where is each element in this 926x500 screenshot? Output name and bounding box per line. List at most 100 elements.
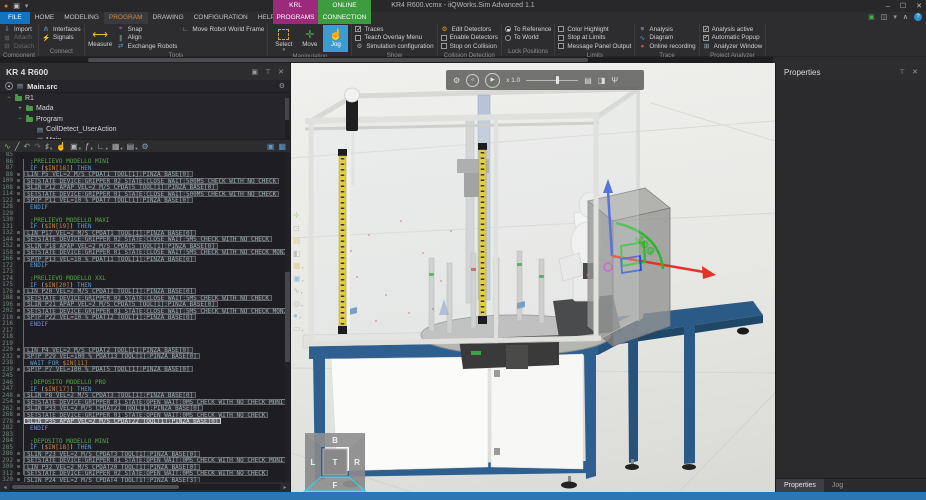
expander-icon[interactable]: + [17,106,23,112]
tab-configuration[interactable]: CONFIGURATION [189,12,253,24]
3d-viewport[interactable]: JOG [291,63,775,492]
interfaces-button[interactable]: ⋔ Interfaces [42,25,80,34]
tree-scrollbar[interactable] [285,98,289,139]
tree-row-r1[interactable]: − R1 [0,93,290,104]
action-statement-icon[interactable]: ▣ ▾ [70,142,81,151]
teach-overlay-menu-checkbox[interactable]: Teach Overlay Menu [355,34,433,43]
select-button[interactable]: Select ▾ [271,25,296,53]
chart-icon[interactable]: ∿ ▾ [293,286,304,295]
tab-connection[interactable]: CONNECTION [318,12,371,24]
ribbon-scrollbar-thumb[interactable] [88,58,588,62]
minimize-button[interactable]: – [886,3,890,10]
layout-icon[interactable]: ◫ [881,13,888,21]
tree-row-mada[interactable]: + Mada [0,104,290,115]
view-statement-icon[interactable]: ▦ ▾ [112,142,123,151]
enable-detectors-checkbox[interactable]: Enable Detectors [440,34,498,43]
quick-tab-krl[interactable]: KRL [273,0,318,12]
lin-statement-icon[interactable]: ╱ [15,142,20,151]
quick-tab-online[interactable]: ONLINE [318,0,371,12]
analyzer-window-button[interactable]: ⊞ Analyzer Window [703,42,762,51]
analysis-button[interactable]: ≡ Analysis [638,25,695,34]
reset-simulation-button[interactable]: « [466,73,480,87]
record-video-icon[interactable]: ◨ [598,76,606,85]
fit-view-icon[interactable]: ✛ [293,211,304,220]
robot-config-icon[interactable]: ⚙ [141,142,148,151]
detach-button[interactable]: ⊟ Detach [3,42,34,51]
snap-button[interactable]: ⌖ Snap [117,25,178,34]
diagram-button[interactable]: ∿ Diagram [638,34,695,43]
exchange-robots-button[interactable]: ⇄ Exchange Robots [117,42,177,51]
help-icon[interactable]: ? [914,13,922,21]
float-panel-icon[interactable]: ▣ [251,68,258,76]
to-world-radio[interactable]: To World [504,34,551,43]
panel-tab-jog[interactable]: Jog [824,479,851,493]
stop-on-collision-checkbox[interactable]: Stop on Collision [440,42,498,51]
import-button[interactable]: ⇩ Import [3,25,34,34]
tree-row-main-src[interactable]: ▴ ▤ Main.src ⚙ [0,80,290,93]
collapse-ribbon-icon[interactable]: ∧ [903,13,908,21]
move-button[interactable]: ✛ Move [297,25,322,52]
tab-file[interactable]: FILE [0,12,30,24]
to-reference-radio[interactable]: To Reference [504,25,551,34]
simulation-settings-icon[interactable]: ⚙ [453,76,460,85]
tree-row-program[interactable]: − Program [0,114,290,125]
collapse-icon[interactable]: ▴ [5,82,13,90]
tree-row-colldetect-useraction[interactable]: ▤ CollDetect_UserAction [0,125,290,136]
scroll-thumb[interactable] [12,485,180,489]
slider-handle[interactable] [556,76,560,84]
select-filter-icon[interactable]: ▤ [293,236,304,245]
edit-detectors-button[interactable]: ⚙ Edit Detectors [441,25,498,34]
stop-at-limits-checkbox[interactable]: Stop at Limits [558,34,631,43]
render-toggle-icon[interactable]: ▣ [868,13,875,21]
frames-icon[interactable]: ▣ ▾ [293,274,304,283]
color-highlight-checkbox[interactable]: Color Highlight [558,25,631,34]
globe-icon[interactable]: ● ▾ [293,311,304,320]
online-recording-button[interactable]: ● Online recording [638,42,695,51]
automatic-popup-checkbox[interactable]: Automatic Popup [702,34,763,43]
code-scrollbar-horizontal[interactable]: ◂ ▸ [0,482,290,492]
close-icon[interactable]: ✕ [912,68,918,76]
gear-icon[interactable]: ⚙ [279,82,285,90]
pin-icon[interactable]: ⊤ [899,68,905,76]
function-statement-icon[interactable]: ƒ ▾ [85,142,93,151]
jog-button[interactable]: ☝ Jog [323,25,349,52]
table-statement-icon[interactable]: ▤ ▾ [127,142,138,151]
analysis-active-checkbox[interactable]: Analysis active [702,25,763,34]
tab-program[interactable]: PROGRAM [103,12,148,24]
expander-icon[interactable]: − [17,116,23,122]
signals-monitor-icon[interactable]: Ψ [611,76,618,85]
render-mode-icon[interactable]: ◧ [293,249,304,258]
layout-caret[interactable]: ▾ [893,13,897,21]
expander-icon[interactable]: − [6,95,12,101]
tab-home[interactable]: HOME [30,12,60,24]
traces-checkbox[interactable]: Traces [355,25,433,34]
tab-modeling[interactable]: MODELING [59,12,104,24]
close-icon[interactable]: ✕ [278,68,284,76]
restore-button[interactable]: ☐ [900,2,906,10]
counter-statement-icon[interactable]: ♯ ▾ [45,142,52,151]
editor-split-icon[interactable]: ▦ [278,142,286,151]
jog-statement-icon[interactable]: ∿ [4,142,11,151]
play-button[interactable]: ▶ [485,72,501,88]
scroll-left-icon[interactable]: ◂ [0,484,10,491]
frame-statement-icon[interactable]: ∟ ▾ [97,142,108,151]
tab-programs[interactable]: PROGRAMS [273,12,318,24]
snapshot-icon[interactable]: ▭ ▾ [293,324,304,333]
simulation-configuration-button[interactable]: ⚙ Simulation configuration [355,42,433,51]
align-button[interactable]: ∥ Align [117,34,178,43]
redo-icon[interactable]: ↷ [34,142,41,151]
editor-view-icon[interactable]: ▣ [267,142,275,151]
pin-icon[interactable]: ⊤ [265,68,271,76]
origin-icon[interactable]: ◎ ▾ [293,299,304,308]
signals-button[interactable]: ⚡ Signals [42,34,81,43]
scroll-right-icon[interactable]: ▸ [280,484,290,491]
view-cube[interactable]: B L T R F [303,431,367,492]
speed-slider[interactable] [526,75,579,85]
panel-tab-properties[interactable]: Properties [776,479,824,493]
zoom-extent-icon[interactable]: ⊡ [293,224,304,233]
report-icon[interactable]: ▤ [584,76,592,85]
scroll-track[interactable] [10,484,280,490]
move-robot-world-frame-button[interactable]: ∟ Move Robot World Frame [181,25,264,34]
components-icon[interactable]: ▦ ▾ [293,261,304,270]
message-panel-output-checkbox[interactable]: Message Panel Output [558,42,631,51]
